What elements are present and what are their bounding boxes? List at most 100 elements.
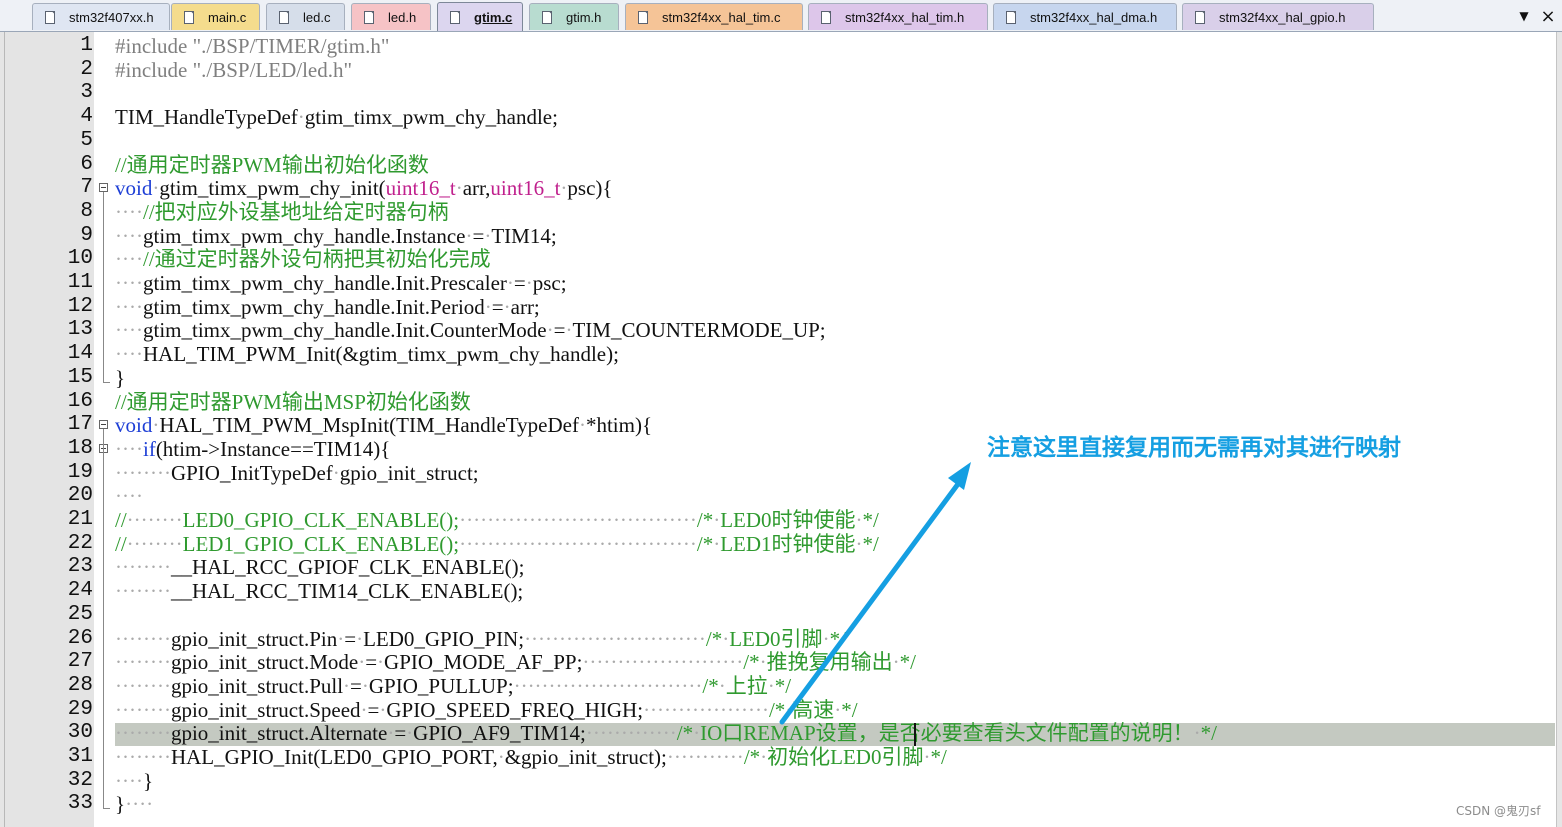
- tab-stm32f407xx-h[interactable]: stm32f407xx.h: [32, 3, 170, 30]
- code-line[interactable]: void ·HAL_TIM_PWM_MspInit(TIM_HandleTypeD…: [115, 413, 652, 437]
- code-token: gpio_init_struct;: [339, 460, 479, 485]
- code-token: LED0时钟使能: [720, 508, 856, 532]
- file-icon: [364, 10, 374, 24]
- code-line[interactable]: void·gtim_timx_pwm_chy_init(uint16_t·arr…: [115, 176, 613, 200]
- code-token: ·: [484, 294, 492, 319]
- tab-stm32f4xx-hal-dma-h[interactable]: stm32f4xx_hal_dma.h: [993, 3, 1177, 30]
- code-token: gpio_init_struct.Mode: [170, 650, 359, 675]
- close-tab-icon[interactable]: ×: [1537, 5, 1559, 27]
- tab-stm32f4xx-hal-gpio-h[interactable]: stm32f4xx_hal_gpio.h: [1182, 3, 1374, 30]
- code-token: GPIO_AF9_TIM14;: [413, 721, 586, 746]
- code-token: TIM_COUNTERMODE_UP;: [572, 318, 826, 343]
- code-token: }: [115, 792, 126, 817]
- tab-stm32f4xx-hal-tim-c[interactable]: stm32f4xx_hal_tim.c: [625, 3, 803, 30]
- tab-led-h[interactable]: led.h: [351, 3, 431, 30]
- code-line[interactable]: ····gtim_timx_pwm_chy_handle.Instance·=·…: [115, 224, 557, 248]
- code-token: ········: [115, 460, 171, 485]
- code-line[interactable]: ····//通过定时器外设句柄把其初始化完成: [115, 247, 491, 271]
- tab-gtim-c[interactable]: gtim.c: [437, 2, 523, 31]
- line-number: 13: [67, 318, 93, 342]
- tab-stm32f4xx-hal-tim-h[interactable]: stm32f4xx_hal_tim.h: [808, 3, 988, 30]
- code-line[interactable]: ········gpio_init_struct.Alternate·=·GPI…: [115, 721, 1217, 745]
- code-token: ·: [361, 673, 369, 698]
- code-token: 上拉: [725, 673, 768, 698]
- code-line[interactable]: ····: [115, 484, 143, 508]
- code-line[interactable]: ········gpio_init_struct.Pin·=·LED0_GPIO…: [115, 627, 846, 651]
- code-token: ·: [1193, 721, 1201, 746]
- code-token: ···························: [513, 673, 703, 698]
- code-token: ·: [767, 673, 775, 698]
- code-line[interactable]: //通用定时器PWM输出MSP初始化函数: [115, 390, 471, 414]
- code-token: ········: [115, 555, 171, 580]
- code-token: *htim){: [585, 413, 653, 438]
- code-line[interactable]: ········gpio_init_struct.Mode·=·GPIO_MOD…: [115, 650, 916, 674]
- code-token: ·: [822, 626, 830, 651]
- code-token: */: [862, 508, 879, 532]
- code-token: TIM_HandleTypeDef: [115, 105, 298, 130]
- line-number: 27: [67, 650, 93, 674]
- code-line[interactable]: TIM_HandleTypeDef·gtim_timx_pwm_chy_hand…: [115, 105, 558, 129]
- fold-toggle-icon[interactable]: [99, 183, 108, 193]
- code-token: =: [491, 294, 504, 319]
- code-line[interactable]: ····HAL_TIM_PWM_Init(&gtim_timx_pwm_chy_…: [115, 342, 619, 366]
- code-line[interactable]: ····gtim_timx_pwm_chy_handle.Init.Counte…: [115, 318, 826, 342]
- tab-list-dropdown-icon[interactable]: ▼: [1513, 5, 1535, 27]
- code-token: gtim_timx_pwm_chy_init(: [159, 176, 386, 201]
- code-line[interactable]: ········HAL_GPIO_Init(LED0_GPIO_PORT,·&g…: [115, 745, 947, 769]
- code-token: LED0_GPIO_PIN;: [363, 626, 525, 651]
- code-token: /*: [768, 697, 786, 722]
- code-line[interactable]: ········GPIO_InitTypeDef·gpio_init_struc…: [115, 461, 479, 485]
- code-line[interactable]: ········__HAL_RCC_TIM14_CLK_ENABLE();: [115, 579, 523, 603]
- code-line[interactable]: //········LED1_GPIO_CLK_ENABLE();·······…: [115, 532, 879, 556]
- line-number: 29: [67, 697, 93, 721]
- tab-main-c[interactable]: main.c: [171, 3, 260, 30]
- tab-gtim-h[interactable]: gtim.h: [529, 3, 619, 30]
- code-token: ·: [455, 176, 463, 201]
- line-number: 24: [67, 579, 93, 603]
- code-line[interactable]: #include "./BSP/LED/led.h": [115, 58, 352, 82]
- code-token: gtim_timx_pwm_chy_handle.Init.Prescaler: [142, 271, 507, 295]
- code-token: LED1_GPIO_CLK_ENABLE();: [182, 531, 460, 556]
- line-number: 4: [80, 105, 93, 129]
- code-token: ·············: [585, 721, 677, 746]
- code-line[interactable]: #include "./BSP/TIMER/gtim.h": [115, 34, 389, 58]
- code-line[interactable]: ····if(htim->Instance==TIM14){: [115, 437, 390, 461]
- code-line[interactable]: ········gpio_init_struct.Pull·=·GPIO_PUL…: [115, 674, 791, 698]
- code-token: /*: [743, 650, 760, 675]
- code-token: ········: [115, 579, 171, 604]
- tab-label: stm32f407xx.h: [69, 9, 154, 25]
- code-line[interactable]: ········__HAL_RCC_GPIOF_CLK_ENABLE();: [115, 555, 524, 579]
- code-token: GPIO_MODE_AF_PP;: [384, 650, 583, 675]
- code-line[interactable]: //········LED0_GPIO_CLK_ENABLE();·······…: [115, 508, 879, 532]
- code-line[interactable]: ····gtim_timx_pwm_chy_handle.Init.Presca…: [115, 271, 567, 295]
- line-number: 22: [67, 531, 93, 555]
- code-token: ·: [759, 650, 767, 675]
- code-token: HAL_GPIO_Init(LED0_GPIO_PORT,: [170, 745, 498, 769]
- fold-toggle-icon[interactable]: [99, 420, 108, 430]
- code-token: //: [115, 508, 127, 532]
- code-token: gpio_init_struct.Pin: [170, 626, 338, 651]
- line-number: 30: [67, 721, 93, 745]
- code-token: ·: [497, 745, 505, 769]
- code-token: ········: [115, 650, 171, 675]
- code-line[interactable]: }: [115, 366, 125, 390]
- code-line[interactable]: ····}: [115, 769, 153, 793]
- code-token: gpio_init_struct.Speed: [170, 697, 361, 722]
- code-line[interactable]: ····//把对应外设基地址给定时器句柄: [115, 200, 449, 224]
- code-token: =: [513, 271, 526, 295]
- watermark: CSDN @鬼刃sf: [1456, 804, 1541, 818]
- code-line[interactable]: ····gtim_timx_pwm_chy_handle.Init.Period…: [115, 295, 540, 319]
- code-token: */: [899, 650, 916, 675]
- code-token: ····: [115, 223, 143, 248]
- code-token: ·: [297, 105, 305, 130]
- code-line[interactable]: ········gpio_init_struct.Speed·=·GPIO_SP…: [115, 698, 858, 722]
- code-token: #include: [115, 57, 193, 82]
- tab-label: stm32f4xx_hal_tim.c: [662, 9, 781, 25]
- line-number: 33: [67, 792, 93, 816]
- line-number: 3: [80, 81, 93, 105]
- code-line[interactable]: //通用定时器PWM输出初始化函数: [115, 153, 429, 177]
- code-token: */: [841, 697, 858, 722]
- tab-led-c[interactable]: led.c: [266, 3, 345, 30]
- line-number: 32: [67, 768, 93, 792]
- code-line[interactable]: }····: [115, 792, 153, 816]
